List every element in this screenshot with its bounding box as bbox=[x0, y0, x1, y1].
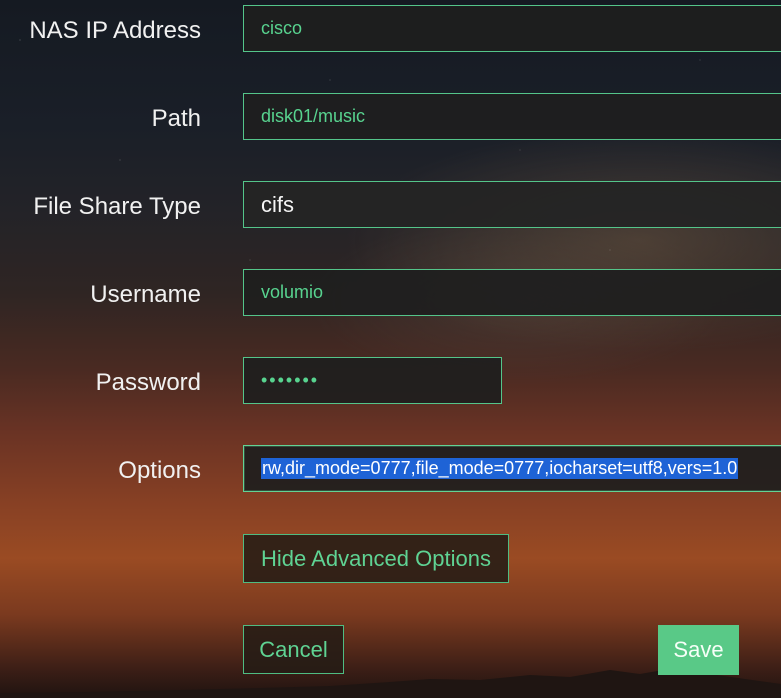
file-share-type-select[interactable]: cifs bbox=[243, 181, 781, 228]
hide-advanced-options-button[interactable]: Hide Advanced Options bbox=[243, 534, 509, 583]
password-input[interactable]: ••••••• bbox=[243, 357, 502, 404]
cancel-button[interactable]: Cancel bbox=[243, 625, 344, 674]
path-input[interactable]: disk01/music bbox=[243, 93, 781, 140]
password-label: Password bbox=[95, 369, 201, 396]
nas-share-form: NAS IP Address cisco Path disk01/music F… bbox=[0, 0, 781, 698]
file-share-type-label: File Share Type bbox=[33, 193, 201, 220]
nas-ip-address-input[interactable]: cisco bbox=[243, 5, 781, 52]
username-input[interactable]: volumio bbox=[243, 269, 781, 316]
nas-ip-address-label: NAS IP Address bbox=[29, 17, 201, 44]
save-button[interactable]: Save bbox=[658, 625, 739, 675]
username-label: Username bbox=[90, 281, 201, 308]
options-input[interactable]: rw,dir_mode=0777,file_mode=0777,iocharse… bbox=[243, 445, 781, 492]
path-label: Path bbox=[151, 105, 201, 132]
options-selected-text: rw,dir_mode=0777,file_mode=0777,iocharse… bbox=[261, 458, 739, 479]
options-label: Options bbox=[118, 457, 201, 484]
